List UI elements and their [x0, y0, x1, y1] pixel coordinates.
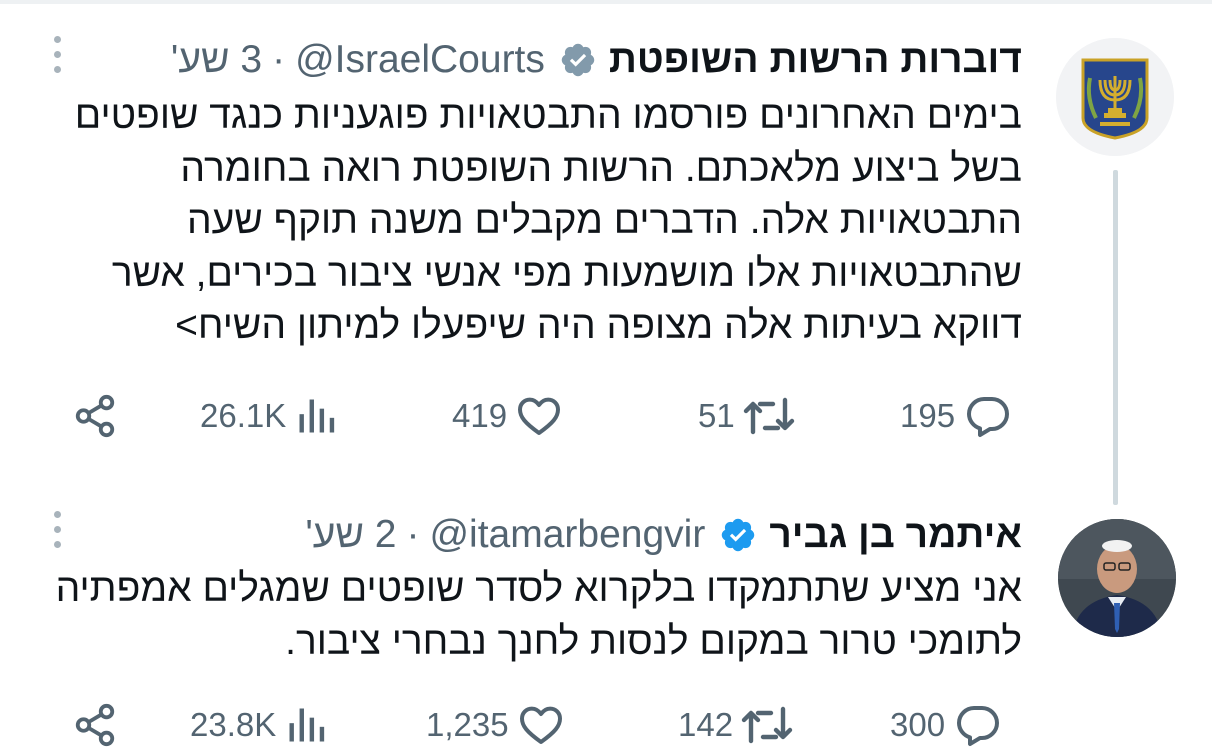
retweet-count: 142	[678, 706, 734, 743]
more-options-dots-icon[interactable]	[50, 511, 64, 551]
top-divider	[0, 0, 1212, 4]
menorah-emblem-icon	[1056, 38, 1174, 156]
share-icon	[75, 394, 115, 438]
like-count: 419	[452, 397, 508, 434]
reply-bubble-icon	[957, 706, 1000, 746]
author-name[interactable]: דוברות הרשות השופטת	[609, 38, 1022, 82]
retweet-icon	[743, 397, 794, 435]
tweet-text-line: בשל ביצוע מלאכתם. הרשות השופטת רואה בחומ…	[180, 146, 1022, 190]
retweet-count: 51	[698, 397, 735, 434]
heart-icon	[519, 706, 562, 744]
views-count: 23.8K	[190, 706, 277, 743]
share-button[interactable]	[72, 695, 118, 755]
views-button[interactable]: 23.8K	[190, 695, 328, 755]
avatar-courts[interactable]	[1056, 38, 1174, 156]
tweet-bengvir[interactable]: איתמר בן גביר @itamarbengvir · 2 שע' אני…	[0, 495, 1212, 756]
tweet-actions: 26.1K 419 51 195	[0, 386, 1212, 446]
reply-button[interactable]: 300	[890, 695, 1003, 755]
tweet-text-line: דווקא בעיתות אלה מצופה היה שיפעלו למיתון…	[175, 304, 1022, 347]
author-name[interactable]: איתמר בן גביר	[769, 513, 1022, 557]
views-bar-chart-icon	[289, 708, 325, 742]
reply-count: 195	[900, 397, 956, 434]
retweet-button[interactable]: 51	[698, 386, 795, 446]
verified-badge-gray-icon	[561, 43, 595, 77]
tweet-header: דוברות הרשות השופטת @IsraelCourts · 3 שע…	[171, 38, 1022, 82]
tweet-courts[interactable]: דוברות הרשות השופטת @IsraelCourts · 3 שע…	[0, 20, 1212, 505]
tweet-text-line: אני מציע שתתמקדו בלקרוא לסדר שופטים שמגל…	[55, 567, 1022, 610]
header-separator: ·	[406, 513, 420, 556]
author-handle[interactable]: @IsraelCourts	[295, 38, 545, 82]
more-options-dots-icon[interactable]	[50, 36, 64, 76]
tweet-header: איתמר בן גביר @itamarbengvir · 2 שע'	[305, 513, 1022, 557]
views-bar-chart-icon	[299, 399, 335, 433]
tweet-text-line: לתומכי טרור במקום לנסות לחנך נבחרי ציבור…	[285, 619, 1022, 663]
avatar-bengvir[interactable]	[1058, 519, 1176, 637]
author-handle[interactable]: @itamarbengvir	[429, 513, 705, 557]
views-count: 26.1K	[200, 397, 287, 434]
tweet-timestamp[interactable]: 3 שע'	[171, 38, 262, 82]
reply-bubble-icon	[967, 397, 1010, 437]
tweet-text: אני מציע שתתמקדו בלקרוא לסדר שופטים שמגל…	[55, 563, 1022, 668]
reply-button[interactable]: 195	[900, 386, 1013, 446]
tweet-text: בימים האחרונים פורסמו התבטאויות פוגעניות…	[62, 90, 1022, 353]
tweet-text-line: התבטאויות אלה. הדברים מקבלים משנה תוקף ש…	[186, 199, 1022, 242]
profile-photo-avatar	[1058, 519, 1176, 637]
share-icon	[75, 703, 115, 747]
like-count: 1,235	[426, 706, 509, 743]
views-button[interactable]: 26.1K	[200, 386, 338, 446]
tweet-text-line: בימים האחרונים פורסמו התבטאויות פוגעניות…	[74, 94, 1022, 137]
share-button[interactable]	[72, 386, 118, 446]
thread-connector-line	[1113, 170, 1118, 505]
header-separator: ·	[272, 38, 286, 81]
tweet-text-line: שהתבטאויות אלו מושמעות מפי אנשי ציבור בכ…	[111, 251, 1022, 295]
like-button[interactable]: 419	[452, 386, 563, 446]
tweet-actions: 23.8K 1,235 142 300	[0, 695, 1212, 755]
heart-icon	[518, 397, 561, 435]
verified-badge-blue-icon	[722, 518, 755, 552]
tweet-timestamp[interactable]: 2 שע'	[305, 513, 396, 557]
retweet-button[interactable]: 142	[678, 695, 793, 755]
reply-count: 300	[890, 706, 946, 743]
like-button[interactable]: 1,235	[426, 695, 565, 755]
retweet-icon	[741, 706, 793, 744]
